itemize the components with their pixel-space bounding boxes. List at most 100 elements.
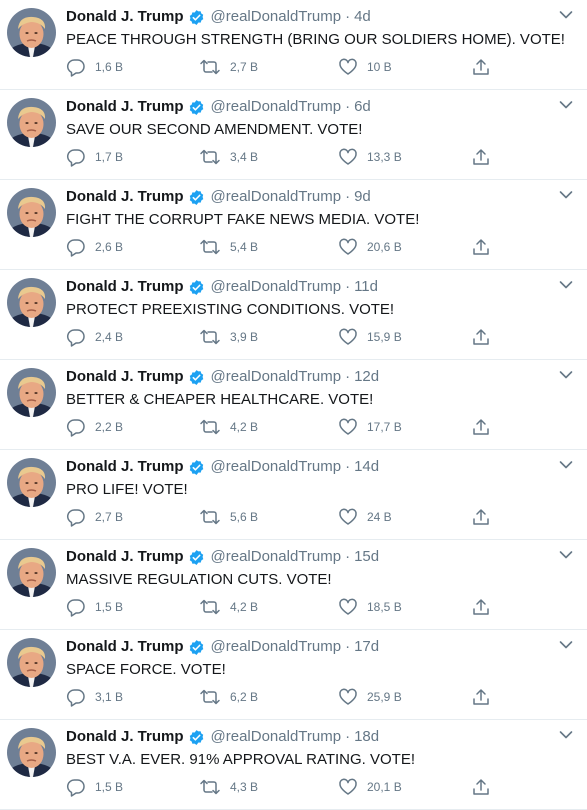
retweet-count: 4,2 B — [230, 600, 259, 614]
tweet[interactable]: Donald J. Trump @realDonaldTrump · 9d FI… — [0, 180, 587, 270]
retweet-arrows-icon — [199, 507, 221, 527]
retweet-button[interactable]: 3,9 B — [199, 326, 258, 348]
chevron-down-icon[interactable] — [559, 100, 573, 110]
avatar[interactable] — [7, 8, 56, 57]
avatar[interactable] — [7, 728, 56, 777]
like-count: 20,1 B — [367, 780, 402, 794]
separator-dot: · — [345, 548, 351, 565]
share-upload-icon — [471, 417, 491, 437]
chevron-down-icon[interactable] — [559, 190, 573, 200]
chevron-down-icon[interactable] — [559, 370, 573, 380]
retweet-button[interactable]: 4,3 B — [199, 776, 258, 798]
like-button[interactable]: 13,3 B — [338, 146, 402, 168]
retweet-button[interactable]: 4,2 B — [199, 416, 258, 438]
share-upload-icon — [471, 507, 491, 527]
avatar[interactable] — [7, 638, 56, 687]
like-button[interactable]: 15,9 B — [338, 326, 402, 348]
chevron-down-icon[interactable] — [559, 10, 573, 20]
tweet-timestamp[interactable]: 11d — [354, 277, 378, 297]
tweet-timestamp[interactable]: 14d — [354, 457, 379, 477]
chevron-down-icon[interactable] — [559, 460, 573, 470]
share-button[interactable] — [471, 326, 491, 348]
like-button[interactable]: 10 B — [338, 56, 392, 78]
tweet[interactable]: Donald J. Trump @realDonaldTrump · 17d S… — [0, 630, 587, 720]
like-button[interactable]: 18,5 B — [338, 596, 402, 618]
tweet-timestamp[interactable]: 18d — [354, 727, 379, 747]
retweet-button[interactable]: 3,4 B — [199, 146, 258, 168]
author-handle[interactable]: @realDonaldTrump — [211, 727, 342, 747]
author-name[interactable]: Donald J. Trump — [66, 97, 184, 117]
avatar[interactable] — [7, 188, 56, 237]
retweet-button[interactable]: 4,2 B — [199, 596, 258, 618]
author-handle[interactable]: @realDonaldTrump — [211, 97, 342, 117]
tweet-timestamp[interactable]: 6d — [354, 97, 371, 117]
avatar[interactable] — [7, 98, 56, 147]
retweet-button[interactable]: 5,4 B — [199, 236, 258, 258]
tweet[interactable]: Donald J. Trump @realDonaldTrump · 15d M… — [0, 540, 587, 630]
tweet-timestamp[interactable]: 9d — [354, 187, 371, 207]
share-button[interactable] — [471, 506, 491, 528]
share-button[interactable] — [471, 236, 491, 258]
reply-button[interactable]: 2,6 B — [66, 236, 123, 258]
retweet-button[interactable]: 5,6 B — [199, 506, 258, 528]
share-button[interactable] — [471, 686, 491, 708]
author-name[interactable]: Donald J. Trump — [66, 727, 184, 747]
chevron-down-icon[interactable] — [559, 550, 573, 560]
heart-icon — [338, 417, 358, 437]
chevron-down-icon[interactable] — [559, 730, 573, 740]
chevron-down-icon[interactable] — [559, 280, 573, 290]
tweet[interactable]: Donald J. Trump @realDonaldTrump · 11d P… — [0, 270, 587, 360]
reply-button[interactable]: 1,5 B — [66, 776, 123, 798]
tweet-timestamp[interactable]: 17d — [354, 637, 379, 657]
author-name[interactable]: Donald J. Trump — [66, 277, 184, 297]
author-name[interactable]: Donald J. Trump — [66, 637, 184, 657]
heart-icon — [338, 597, 358, 617]
share-button[interactable] — [471, 416, 491, 438]
tweet-timestamp[interactable]: 12d — [354, 367, 379, 387]
tweet-header: Donald J. Trump @realDonaldTrump · 14d — [66, 456, 379, 478]
tweet-timestamp[interactable]: 4d — [354, 7, 371, 27]
author-handle[interactable]: @realDonaldTrump — [211, 187, 342, 207]
chevron-down-icon[interactable] — [559, 640, 573, 650]
avatar[interactable] — [7, 278, 56, 327]
avatar[interactable] — [7, 368, 56, 417]
tweet[interactable]: Donald J. Trump @realDonaldTrump · 14d P… — [0, 450, 587, 540]
tweet-timestamp[interactable]: 15d — [354, 547, 379, 567]
avatar[interactable] — [7, 548, 56, 597]
author-handle[interactable]: @realDonaldTrump — [211, 547, 342, 567]
reply-button[interactable]: 1,7 B — [66, 146, 123, 168]
like-button[interactable]: 20,6 B — [338, 236, 402, 258]
reply-button[interactable]: 2,4 B — [66, 326, 123, 348]
tweet[interactable]: Donald J. Trump @realDonaldTrump · 12d B… — [0, 360, 587, 450]
reply-button[interactable]: 1,5 B — [66, 596, 123, 618]
share-button[interactable] — [471, 56, 491, 78]
tweet[interactable]: Donald J. Trump @realDonaldTrump · 4d PE… — [0, 0, 587, 90]
reply-button[interactable]: 2,2 B — [66, 416, 123, 438]
author-handle[interactable]: @realDonaldTrump — [211, 7, 342, 27]
like-button[interactable]: 24 B — [338, 506, 392, 528]
like-button[interactable]: 20,1 B — [338, 776, 402, 798]
share-button[interactable] — [471, 146, 491, 168]
author-handle[interactable]: @realDonaldTrump — [211, 457, 342, 477]
heart-icon — [338, 507, 358, 527]
author-name[interactable]: Donald J. Trump — [66, 457, 184, 477]
author-handle[interactable]: @realDonaldTrump — [211, 277, 342, 297]
author-name[interactable]: Donald J. Trump — [66, 367, 184, 387]
author-name[interactable]: Donald J. Trump — [66, 7, 184, 27]
like-button[interactable]: 17,7 B — [338, 416, 402, 438]
retweet-button[interactable]: 2,7 B — [199, 56, 258, 78]
author-name[interactable]: Donald J. Trump — [66, 187, 184, 207]
author-handle[interactable]: @realDonaldTrump — [211, 367, 342, 387]
tweet[interactable]: Donald J. Trump @realDonaldTrump · 18d B… — [0, 720, 587, 810]
share-button[interactable] — [471, 776, 491, 798]
reply-button[interactable]: 1,6 B — [66, 56, 123, 78]
like-button[interactable]: 25,9 B — [338, 686, 402, 708]
retweet-button[interactable]: 6,2 B — [199, 686, 258, 708]
author-name[interactable]: Donald J. Trump — [66, 547, 184, 567]
tweet[interactable]: Donald J. Trump @realDonaldTrump · 6d SA… — [0, 90, 587, 180]
share-button[interactable] — [471, 596, 491, 618]
avatar[interactable] — [7, 458, 56, 507]
reply-button[interactable]: 3,1 B — [66, 686, 123, 708]
author-handle[interactable]: @realDonaldTrump — [211, 637, 342, 657]
reply-button[interactable]: 2,7 B — [66, 506, 123, 528]
